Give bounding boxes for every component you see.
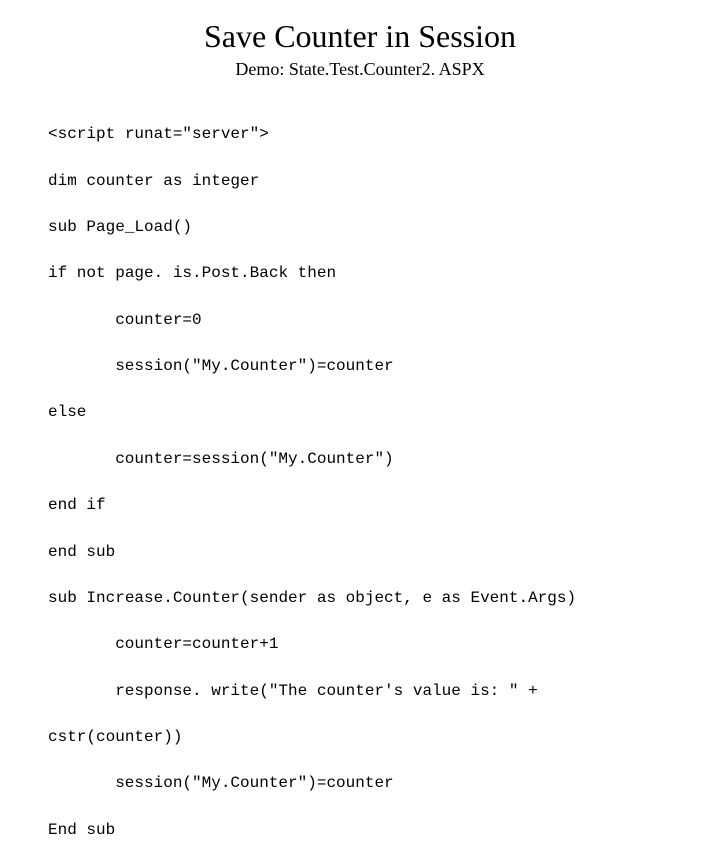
page-subtitle: Demo: State.Test.Counter2. ASPX bbox=[48, 59, 672, 80]
code-line: cstr(counter)) bbox=[48, 726, 672, 749]
code-line: counter=0 bbox=[48, 309, 672, 332]
code-line: <script runat="server"> bbox=[48, 123, 672, 146]
code-line: else bbox=[48, 401, 672, 424]
code-line: End sub bbox=[48, 819, 672, 842]
code-line: counter=session("My.Counter") bbox=[48, 448, 672, 471]
code-line: sub Increase.Counter(sender as object, e… bbox=[48, 587, 672, 610]
code-line: dim counter as integer bbox=[48, 170, 672, 193]
code-line: session("My.Counter")=counter bbox=[48, 355, 672, 378]
code-line: sub Page_Load() bbox=[48, 216, 672, 239]
page-title: Save Counter in Session bbox=[48, 18, 672, 55]
code-block: <script runat="server"> dim counter as i… bbox=[48, 100, 672, 865]
code-line: response. write("The counter's value is:… bbox=[48, 680, 672, 703]
code-line: counter=counter+1 bbox=[48, 633, 672, 656]
code-line: end sub bbox=[48, 541, 672, 564]
code-line: end if bbox=[48, 494, 672, 517]
code-line: if not page. is.Post.Back then bbox=[48, 262, 672, 285]
code-line: session("My.Counter")=counter bbox=[48, 772, 672, 795]
